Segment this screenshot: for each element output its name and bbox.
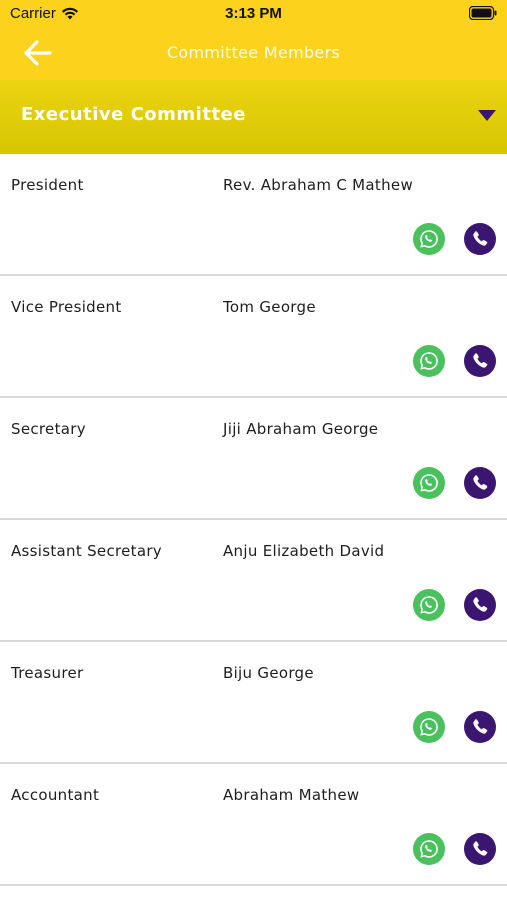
phone-icon[interactable] (464, 711, 496, 743)
member-row: President Rev. Abraham C Mathew (0, 154, 507, 276)
member-name: Tom George (223, 298, 316, 316)
member-role: Vice President (11, 298, 122, 316)
clock: 3:13 PM (225, 5, 282, 22)
member-name: Abraham Mathew (223, 786, 360, 804)
caret-down-icon (478, 110, 496, 121)
member-role: Assistant Secretary (11, 542, 162, 560)
phone-icon[interactable] (464, 833, 496, 865)
member-row: Secretary Jiji Abraham George (0, 398, 507, 520)
member-row: Treasurer Biju George (0, 642, 507, 764)
member-role: Accountant (11, 786, 100, 804)
whatsapp-icon[interactable] (413, 345, 445, 377)
member-role: Treasurer (11, 664, 84, 682)
member-name: Rev. Abraham C Mathew (223, 176, 414, 194)
whatsapp-icon[interactable] (413, 589, 445, 621)
nav-bar: Committee Members (0, 26, 507, 80)
page-title: Committee Members (166, 43, 341, 62)
member-role: Secretary (11, 420, 86, 438)
members-list: President Rev. Abraham C Mathew Vice Pre… (0, 154, 507, 886)
battery-icon (469, 6, 497, 20)
phone-icon[interactable] (464, 223, 496, 255)
phone-icon[interactable] (464, 589, 496, 621)
whatsapp-icon[interactable] (413, 711, 445, 743)
whatsapp-icon[interactable] (413, 223, 445, 255)
member-row: Vice President Tom George (0, 276, 507, 398)
member-name: Jiji Abraham George (223, 420, 379, 438)
committee-dropdown-label: Executive Committee (21, 104, 246, 125)
whatsapp-icon[interactable] (413, 833, 445, 865)
phone-icon[interactable] (464, 467, 496, 499)
member-row: Assistant Secretary Anju Elizabeth David (0, 520, 507, 642)
member-name: Biju George (223, 664, 314, 682)
committee-dropdown[interactable]: Executive Committee (0, 80, 507, 154)
member-name: Anju Elizabeth David (223, 542, 385, 560)
whatsapp-icon[interactable] (413, 467, 445, 499)
member-row: Accountant Abraham Mathew (0, 764, 507, 886)
status-bar: Carrier 3:13 PM (0, 0, 507, 26)
member-role: President (11, 176, 84, 194)
phone-icon[interactable] (464, 345, 496, 377)
